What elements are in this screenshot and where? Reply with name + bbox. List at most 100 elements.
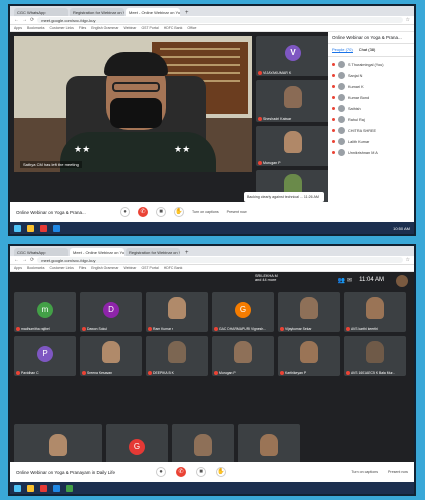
excel-icon[interactable]	[66, 484, 73, 492]
list-item[interactable]: Sanjai N	[332, 70, 410, 81]
bookmark-link[interactable]: Bookmarks	[27, 266, 45, 270]
raise-hand-icon[interactable]: ✋	[216, 467, 226, 477]
chrome-icon[interactable]	[40, 484, 47, 492]
folder-icon[interactable]	[27, 484, 34, 492]
mic-off-icon	[258, 117, 262, 121]
back-arrow-icon[interactable]: ←	[14, 257, 19, 263]
start-icon[interactable]	[14, 224, 21, 232]
participant-tile[interactable]: m madhumitha rajibel	[14, 292, 76, 332]
bookmark-link[interactable]: HDFC Bank	[164, 266, 183, 270]
bookmark-link[interactable]: Webinar	[123, 26, 136, 30]
tab-chat[interactable]: Chat (38)	[359, 47, 376, 53]
mic-off-icon	[280, 371, 284, 375]
participant-tile[interactable]: Ram Kumar r	[146, 292, 208, 332]
participant-name: madhumitha rajibel	[21, 326, 50, 331]
participant-tile[interactable]: Sreena Kesavan	[80, 336, 142, 376]
mic-off-icon	[258, 71, 262, 75]
list-item[interactable]: S Thuraimingal (You)	[332, 59, 410, 70]
bookmark-link[interactable]: Apps	[14, 26, 22, 30]
list-item[interactable]: Sathish	[332, 103, 410, 114]
word-icon[interactable]	[53, 484, 60, 492]
bookmark-link[interactable]: English Grammar	[91, 26, 118, 30]
list-item[interactable]: Unnikrishnan M A	[332, 147, 410, 158]
address-bar-row: ← → ⟳ meet.google.com/sxc-fdgv-kuy ☆	[10, 256, 414, 265]
speaker-glasses	[112, 82, 160, 92]
back-arrow-icon[interactable]: ←	[14, 17, 19, 23]
present-button[interactable]: Present now	[227, 210, 247, 214]
chat-toast[interactable]: Backing clearly against technical ... 11…	[244, 192, 324, 202]
url-field[interactable]: meet.google.com/sxc-fdgv-kuy	[37, 257, 403, 263]
captions-button[interactable]: Turn on captions	[351, 470, 378, 474]
participant-tile[interactable]: Sheshadri Kaiwar	[256, 80, 330, 122]
bookmark-link[interactable]: Apps	[14, 266, 22, 270]
url-field[interactable]: meet.google.com/sxc-fdgv-kuy	[37, 17, 403, 23]
new-tab-icon[interactable]: +	[182, 10, 192, 16]
mic-icon[interactable]: ●	[156, 467, 166, 477]
list-item[interactable]: Rahul Raj	[332, 114, 410, 125]
list-item[interactable]: CHITRA SHREE	[332, 125, 410, 136]
browser-tab[interactable]: CGC WhatsApp	[14, 8, 68, 16]
avatar[interactable]	[396, 275, 408, 287]
bookmark-link[interactable]: English Grammar	[91, 266, 118, 270]
bookmark-link[interactable]: Bookmarks	[27, 26, 45, 30]
bookmark-link[interactable]: Webinar	[123, 266, 136, 270]
participant-tile[interactable]: V VIJAYAKUMAR K	[256, 36, 330, 76]
browser-tab[interactable]: Registration for Webinar on Yo...	[126, 248, 180, 256]
star-icon[interactable]: ☆	[406, 257, 410, 263]
list-item[interactable]: Lalith Kumar	[332, 136, 410, 147]
bookmark-link[interactable]: Files	[79, 26, 86, 30]
reload-icon[interactable]: ⟳	[30, 257, 34, 263]
rank-stars-icon: ★★	[174, 144, 191, 154]
participant-photo	[300, 341, 318, 363]
bookmark-link[interactable]: HDFC Bank	[164, 26, 183, 30]
participant-tile[interactable]: P Pavidhan C	[14, 336, 76, 376]
browser-tab-active[interactable]: Meet - Online Webinar on Yoga	[70, 248, 124, 256]
forward-arrow-icon[interactable]: →	[22, 257, 27, 263]
end-call-button[interactable]: ✆	[138, 207, 148, 217]
present-button[interactable]: Present now	[388, 470, 408, 474]
main-speaker-video[interactable]: ★★ ★★ Sathya CM has left the meeting	[14, 36, 252, 172]
bookmark-link[interactable]: Office	[187, 26, 196, 30]
tab-people[interactable]: People (70)	[332, 47, 353, 53]
browser-tab-active[interactable]: Meet - Online Webinar on Yoga...	[126, 8, 180, 16]
participant-tile[interactable]: AVS 1601AEC5 K Bala Mur...	[344, 336, 406, 376]
meet-stage: ★★ ★★ Sathya CM has left the meeting V V…	[10, 32, 414, 222]
word-icon[interactable]	[53, 224, 60, 232]
bookmark-link[interactable]: GST Portal	[141, 26, 158, 30]
bookmark-link[interactable]: Files	[79, 266, 86, 270]
chrome-icon[interactable]	[40, 224, 47, 232]
mic-icon[interactable]: ●	[120, 207, 130, 217]
start-icon[interactable]	[14, 484, 21, 492]
reload-icon[interactable]: ⟳	[30, 17, 34, 23]
list-item[interactable]: Kumar Bond	[332, 92, 410, 103]
camera-icon[interactable]: ■	[196, 467, 206, 477]
avatar	[338, 105, 345, 112]
participant-tile[interactable]: Murugan P	[212, 336, 274, 376]
participant-tile[interactable]: Murugan P	[256, 126, 330, 166]
star-icon[interactable]: ☆	[406, 17, 410, 23]
bookmark-link[interactable]: Customer Links	[50, 26, 74, 30]
browser-tab[interactable]: CGC WhatsApp	[14, 248, 68, 256]
mic-off-icon	[16, 371, 20, 375]
people-chat-icons[interactable]: 👥 ✉	[338, 277, 352, 284]
forward-arrow-icon[interactable]: →	[22, 17, 27, 23]
participant-tile[interactable]: Vijaykumar Sekar	[278, 292, 340, 332]
raise-hand-icon[interactable]: ✋	[174, 207, 184, 217]
new-tab-icon[interactable]: +	[182, 250, 192, 256]
participant-tile[interactable]: DEEPIKA B K	[146, 336, 208, 376]
rank-stars-icon: ★★	[74, 144, 91, 154]
end-call-button[interactable]: ✆	[176, 467, 186, 477]
participant-tile[interactable]: G GAC DHARMAPURI Vignesh...	[212, 292, 274, 332]
participant-tile[interactable]: AVS karthi keerthi	[344, 292, 406, 332]
folder-icon[interactable]	[27, 224, 34, 232]
participant-tile[interactable]: D Dawon Sokul	[80, 292, 142, 332]
camera-icon[interactable]: ■	[156, 207, 166, 217]
captions-button[interactable]: Turn on captions	[192, 210, 219, 214]
participant-tile[interactable]: Karthikeyan P	[278, 336, 340, 376]
windows-taskbar: 10:50 AM	[10, 222, 414, 234]
browser-tab[interactable]: Registration for Webinar on Yo...	[70, 8, 124, 16]
bookmark-link[interactable]: GST Portal	[141, 266, 158, 270]
list-item[interactable]: Kumari K	[332, 81, 410, 92]
participant-name: DEEPIKA B K	[153, 370, 174, 375]
bookmark-link[interactable]: Customer Links	[50, 266, 74, 270]
